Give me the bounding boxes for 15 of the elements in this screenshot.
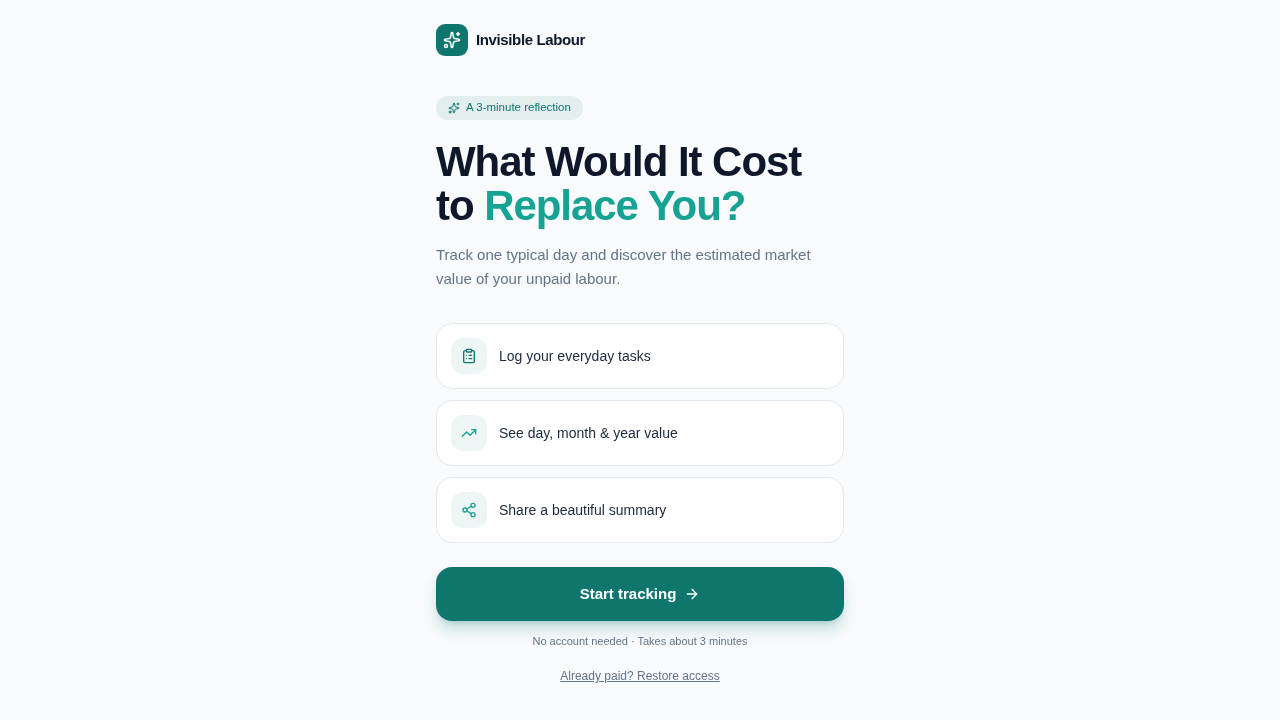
page-heading: What Would It Cost to Replace You? (436, 140, 803, 228)
feature-label: Log your everyday tasks (499, 346, 651, 366)
footnote: No account needed · Takes about 3 minutes (531, 634, 749, 649)
sparkles-logo-icon (436, 24, 468, 56)
brand-name: Invisible Labour (476, 29, 586, 50)
sparkles-icon (448, 102, 460, 114)
clipboard-icon (451, 338, 487, 374)
feature-label: Share a beautiful summary (499, 500, 667, 520)
share-icon (451, 492, 487, 528)
subtitle: Track one typical day and discover the estimated market value of your unpaid labour. (436, 245, 812, 289)
trend-up-icon (451, 415, 487, 451)
feature-label: See day, month & year value (499, 423, 678, 443)
restore-access-link[interactable]: Already paid? Restore access (560, 669, 720, 683)
duration-label: A 3-minute reflection (466, 100, 571, 116)
start-tracking-button[interactable]: Start tracking (436, 567, 844, 621)
